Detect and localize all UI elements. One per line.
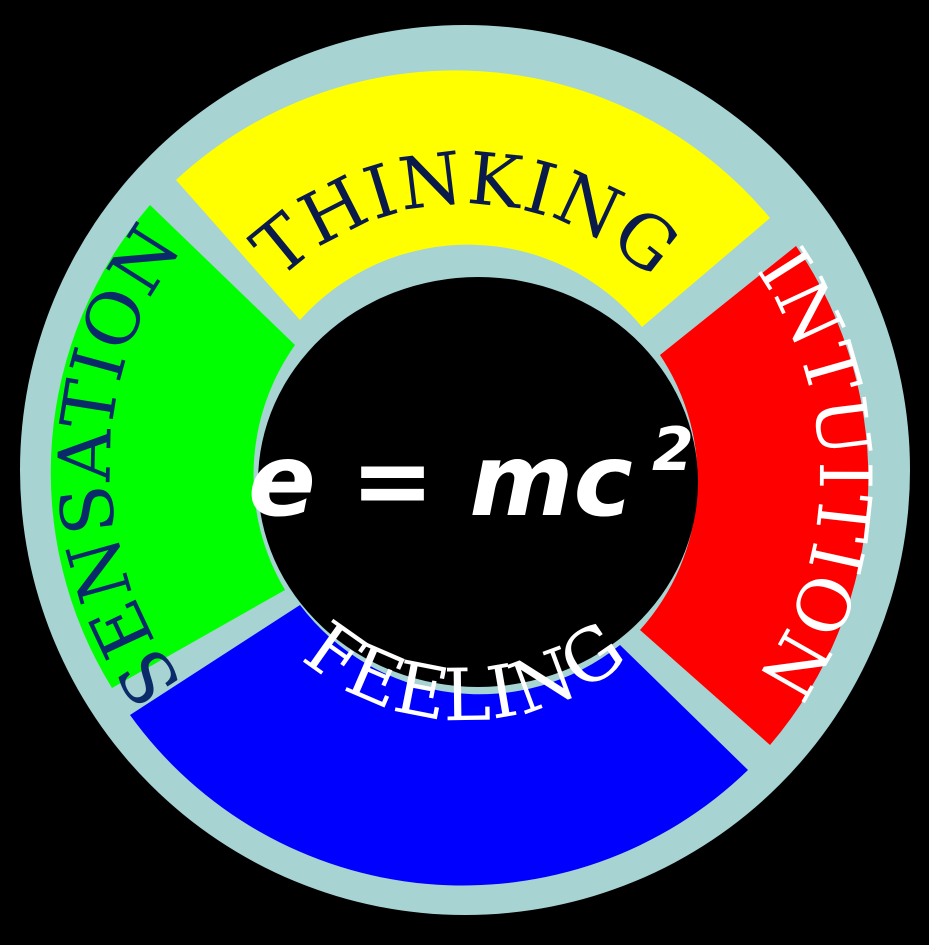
formula-base: e = mc [248, 422, 633, 539]
personality-wheel: THINKING INTUITION FEELING SENSATION e =… [20, 25, 910, 915]
formula-exponent: 2 [652, 415, 694, 485]
diagram-canvas: THINKING INTUITION FEELING SENSATION e =… [0, 0, 929, 945]
